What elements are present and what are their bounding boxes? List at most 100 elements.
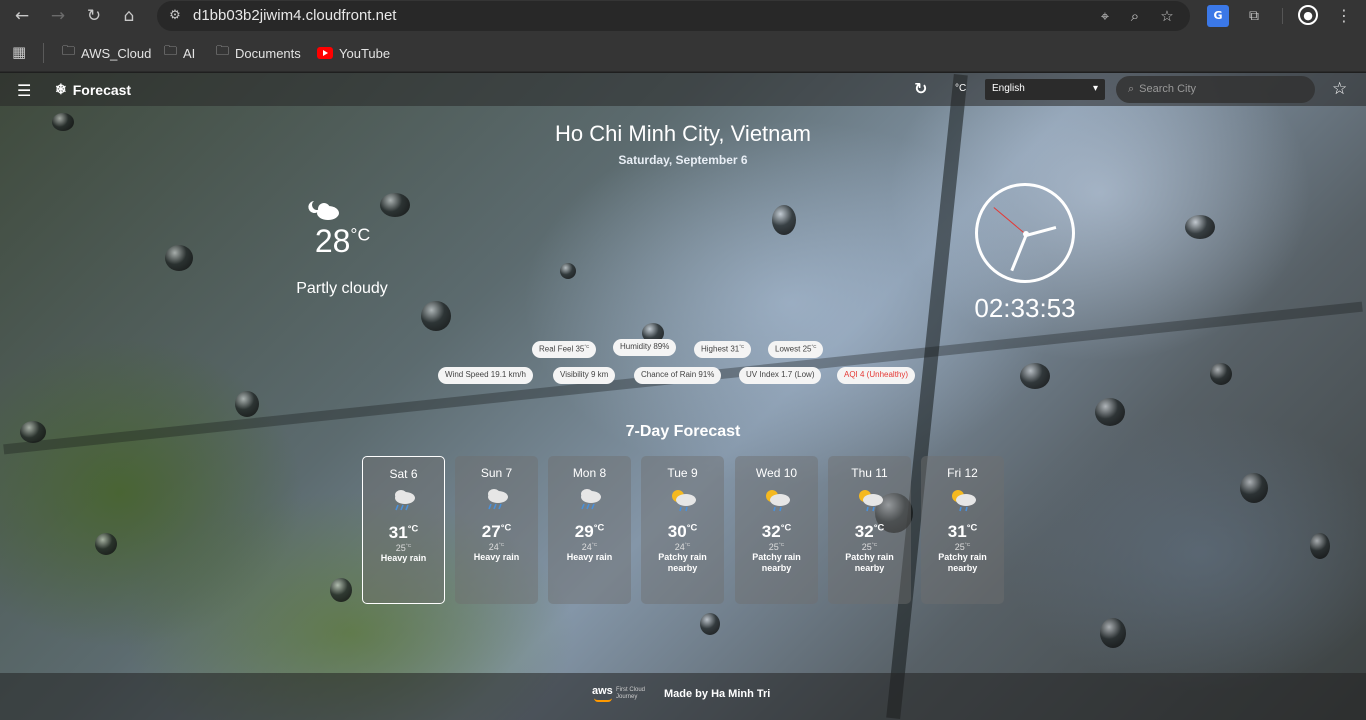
clock-center: [1023, 231, 1029, 237]
forecast-condition: Patchy rain nearby: [752, 552, 801, 573]
forecast-low-temp: 25°C: [735, 542, 818, 552]
low-value: 24: [674, 542, 685, 552]
raindrop: [1310, 533, 1330, 559]
raindrop: [421, 301, 451, 331]
raindrop: [20, 421, 46, 443]
forecast-day-card[interactable]: Tue 9 30°C 24°C Patchy rain nearby: [641, 456, 724, 604]
forecast-day-name: Mon 8: [572, 466, 607, 480]
low-unit: °C: [591, 543, 598, 548]
high-value: 29: [574, 522, 594, 541]
forecast-high-temp: 29°C: [548, 522, 631, 542]
chevron-down-icon: ▾: [1092, 83, 1098, 94]
city-search-input[interactable]: ⌕ Search City: [1116, 76, 1315, 103]
bookmark-documents[interactable]: 🗀 Documents: [216, 43, 301, 63]
partly-cloudy-night-icon: [308, 201, 339, 220]
low-unit: °C: [871, 543, 878, 548]
forecast-high-temp: 32°C: [735, 522, 818, 542]
city-name: Ho Chi Minh City, Vietnam: [555, 121, 811, 146]
translate-extension-icon[interactable]: G: [1207, 5, 1229, 27]
forecast-day-card[interactable]: Thu 11 32°C 25°C Patchy rain nearby: [828, 456, 911, 604]
zoom-icon[interactable]: ⌕: [1124, 6, 1146, 26]
low-value: 24: [488, 542, 499, 552]
hamburger-menu-icon[interactable]: ☰: [17, 81, 31, 100]
language-select[interactable]: English ▾: [985, 79, 1105, 100]
bookmark-label: AWS_Cloud: [81, 45, 152, 61]
forecast-day-card[interactable]: Wed 10 32°C 25°C Patchy rain nearby: [735, 456, 818, 604]
high-unit: °C: [593, 522, 605, 533]
clock-hour-hand: [1025, 226, 1057, 237]
forecast-condition: Patchy rain nearby: [658, 552, 707, 573]
forecast-day-card[interactable]: Fri 12 31°C 25°C Patchy rain nearby: [921, 456, 1004, 604]
brand-label: Forecast: [72, 81, 132, 98]
patchy-rain-icon: [921, 488, 1004, 512]
forecast-day-card[interactable]: Mon 8 29°C 24°C Heavy rain: [548, 456, 631, 604]
stat-chip-wind-speed: Wind Speed 19.1 km/h: [438, 367, 533, 384]
background-window-frame: [886, 74, 968, 719]
raindrop: [1100, 618, 1126, 648]
bookmark-youtube[interactable]: YouTube: [317, 43, 390, 63]
digital-clock: 02:33:53: [974, 293, 1076, 323]
aws-fcj-logo: aws First Cloud Journey: [592, 685, 658, 705]
chip-label: Real Feel 35: [539, 344, 585, 354]
forecast-day-card[interactable]: Sun 7 27°C 24°C Heavy rain: [455, 456, 538, 604]
high-value: 32: [761, 522, 781, 541]
app-header: ☰ ❄ Forecast ↻ °C English ▾ ⌕ Search City ☆: [0, 73, 1366, 106]
folder-icon: 🗀: [164, 43, 178, 58]
stat-chip-chance-of-rain: Chance of Rain 91%: [634, 367, 722, 384]
forecast-day-name: Tue 9: [667, 466, 698, 480]
reload-icon[interactable]: ↻: [82, 5, 106, 27]
site-settings-icon[interactable]: ⚙: [165, 6, 185, 26]
address-bar[interactable]: ⚙ d1bb03b2jiwim4.cloudfront.net ⌖ ⌕ ☆: [157, 1, 1190, 31]
clock-second-hand: [993, 207, 1027, 235]
folder-icon: 🗀: [62, 43, 76, 58]
heavy-rain-icon: [455, 488, 538, 512]
profile-icon[interactable]: ●: [1298, 5, 1318, 25]
low-value: 25: [395, 543, 406, 553]
refresh-icon[interactable]: ↻: [914, 79, 927, 98]
patchy-rain-icon: [641, 488, 724, 512]
bookmarks-bar: ▦ 🗀 AWS_Cloud 🗀 AI 🗀 Documents YouTube: [0, 33, 1366, 72]
bookmark-aws-cloud[interactable]: 🗀 AWS_Cloud: [62, 43, 151, 63]
high-unit: °C: [407, 523, 419, 534]
raindrop: [1020, 363, 1050, 389]
unit-toggle-button[interactable]: °C: [955, 83, 966, 94]
favorite-star-icon[interactable]: ☆: [1332, 79, 1347, 99]
aws-smile-icon: [594, 698, 612, 702]
raindrop: [330, 578, 352, 602]
low-value: 25: [954, 542, 965, 552]
url-text[interactable]: d1bb03b2jiwim4.cloudfront.net: [193, 7, 396, 24]
bookmark-ai[interactable]: 🗀 AI: [164, 43, 195, 63]
high-unit: °C: [500, 522, 512, 533]
bookmark-star-icon[interactable]: ☆: [1156, 6, 1178, 26]
raindrop: [700, 613, 720, 635]
bookmark-label: Documents: [235, 45, 301, 61]
forecast-day-name: Wed 10: [755, 466, 798, 480]
high-unit: °C: [686, 522, 698, 533]
bookmark-label: AI: [183, 45, 196, 61]
home-icon[interactable]: ⌂: [117, 5, 141, 27]
raindrop: [772, 205, 796, 235]
extensions-icon[interactable]: ⧉: [1243, 5, 1265, 27]
high-unit: °C: [966, 522, 978, 533]
bookmark-label: YouTube: [339, 45, 391, 61]
patchy-rain-icon: [828, 488, 911, 512]
location-icon[interactable]: ⌖: [1094, 6, 1116, 26]
raindrop: [1210, 363, 1232, 385]
forward-icon[interactable]: →: [46, 5, 70, 27]
high-value: 32: [854, 522, 874, 541]
forecast-high-temp: 30°C: [641, 522, 724, 542]
menu-dots-icon[interactable]: ⋮: [1333, 5, 1355, 27]
bookmarks-divider: [43, 43, 44, 63]
back-icon[interactable]: ←: [10, 5, 34, 27]
forecast-day-card[interactable]: Sat 6 31°C 25°C Heavy rain: [362, 456, 445, 604]
weather-page: ☰ ❄ Forecast ↻ °C English ▾ ⌕ Search City ☆…: [0, 73, 1366, 720]
temp-value: 28: [314, 223, 351, 259]
page-footer: aws First Cloud Journey Made by Ha Minh …: [0, 673, 1366, 720]
brand[interactable]: ❄ Forecast: [55, 81, 131, 98]
raindrop: [1095, 398, 1125, 426]
stat-chip-highest: Highest 31°C: [694, 341, 752, 358]
raindrop: [235, 391, 259, 417]
apps-grid-icon[interactable]: ▦: [12, 43, 26, 61]
forecast-condition: Patchy rain nearby: [845, 552, 894, 573]
raindrop: [165, 245, 193, 271]
